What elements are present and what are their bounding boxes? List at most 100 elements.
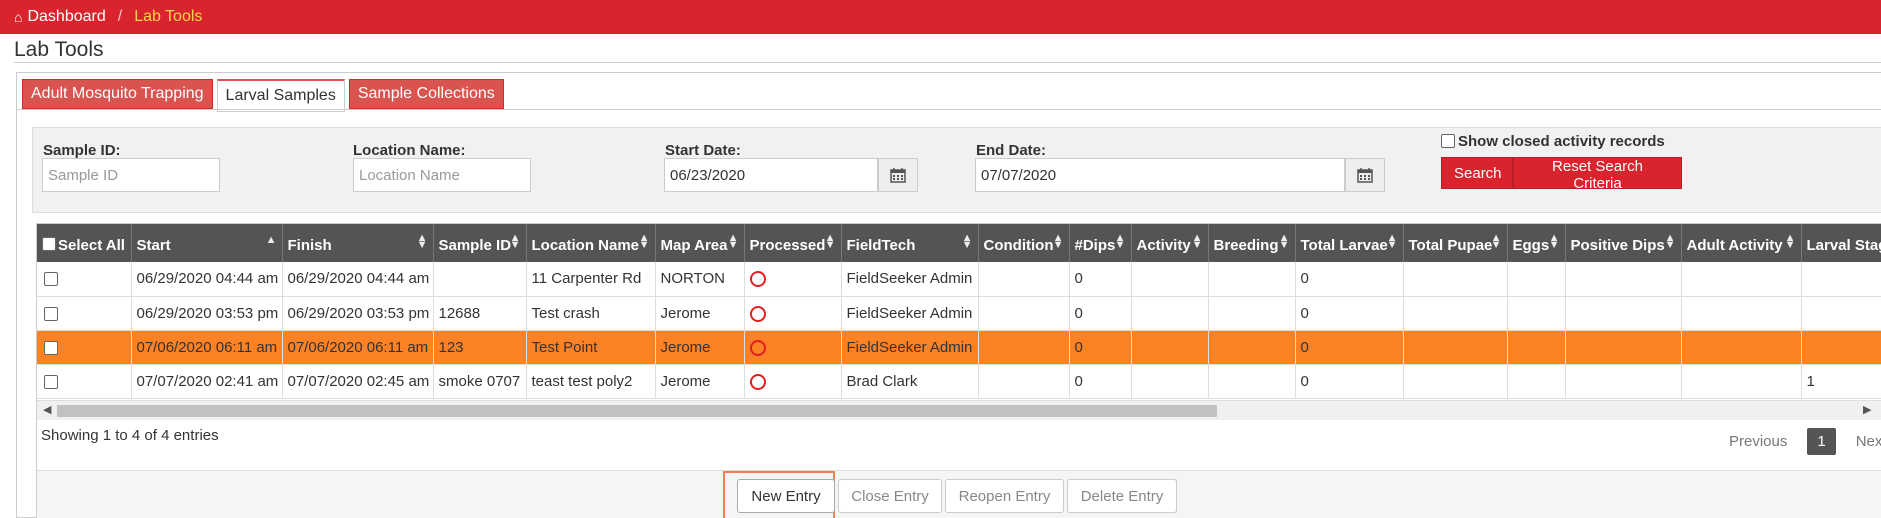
sort-icon: ▲ ▼ bbox=[638, 232, 650, 251]
column-header-label: Breeding bbox=[1213, 236, 1279, 254]
delete-entry-button[interactable]: Delete Entry bbox=[1067, 479, 1177, 513]
tab-adult-mosquito-trapping[interactable]: Adult Mosquito Trapping bbox=[22, 79, 213, 109]
sort-icon: ▲ ▼ bbox=[824, 232, 836, 251]
home-icon[interactable]: ⌂ bbox=[14, 9, 22, 25]
close-entry-button[interactable]: Close Entry bbox=[838, 479, 942, 513]
cell-positive-dips bbox=[1565, 296, 1682, 331]
table-row[interactable]: 06/29/2020 04:44 am 06/29/2020 04:44 am … bbox=[37, 262, 1881, 297]
sort-icon: ▲ ▼ bbox=[1386, 232, 1398, 251]
location-name-input[interactable] bbox=[353, 158, 531, 192]
cell-breeding bbox=[1208, 262, 1296, 297]
column-header-positive-dips[interactable]: Positive Dips ▲ ▼ bbox=[1565, 224, 1682, 262]
reset-search-button[interactable]: Reset Search Criteria bbox=[1513, 157, 1682, 192]
cell-total-larvae: 0 bbox=[1295, 330, 1404, 365]
table-row-selected[interactable]: 07/06/2020 06:11 am 07/06/2020 06:11 am … bbox=[37, 330, 1881, 365]
column-header-larval-stage[interactable]: Larval Stage▲▼ bbox=[1801, 224, 1881, 262]
tab-larval-samples[interactable]: Larval Samples bbox=[216, 79, 345, 112]
column-header-eggs[interactable]: Eggs ▲ ▼ bbox=[1507, 224, 1566, 262]
cell-location-name: 11 Carpenter Rd bbox=[526, 262, 656, 297]
sort-icon: ▲ ▼ bbox=[1191, 232, 1203, 251]
larval-samples-grid: Select All Start ▲ Finish ▲ ▼ Sample ID ▲ ▼ L… bbox=[36, 223, 1881, 518]
cell-total-pupae bbox=[1403, 330, 1508, 365]
cell-eggs bbox=[1507, 296, 1566, 331]
show-closed-label: Show closed activity records bbox=[1458, 133, 1665, 150]
cell-location-name: Test Point bbox=[526, 330, 656, 365]
cell-map-area: NORTON bbox=[655, 262, 745, 297]
search-button[interactable]: Search bbox=[1441, 157, 1513, 189]
select-all-checkbox[interactable] bbox=[42, 236, 56, 251]
cell-total-larvae: 0 bbox=[1295, 364, 1404, 399]
column-header-map-area[interactable]: Map Area ▲ ▼ bbox=[655, 224, 745, 262]
cell-dips: 0 bbox=[1069, 330, 1132, 365]
cell-larval-stage bbox=[1801, 262, 1881, 297]
column-header-label: #Dips bbox=[1074, 236, 1116, 254]
column-header-label: Finish bbox=[287, 236, 332, 254]
horizontal-scrollbar[interactable]: ◀ ▶ bbox=[37, 400, 1881, 420]
cell-activity bbox=[1131, 330, 1209, 365]
show-closed-checkbox[interactable] bbox=[1441, 134, 1455, 148]
row-select-cell bbox=[37, 364, 132, 399]
breadcrumb-dashboard[interactable]: Dashboard bbox=[27, 8, 105, 26]
column-header-dips[interactable]: #Dips ▲ ▼ bbox=[1069, 224, 1132, 262]
row-select-cell bbox=[37, 262, 132, 297]
pagination-previous[interactable]: Previous bbox=[1717, 428, 1799, 455]
column-header-activity[interactable]: Activity ▲ ▼ bbox=[1131, 224, 1209, 262]
column-header-breeding[interactable]: Breeding ▲ ▼ bbox=[1208, 224, 1296, 262]
select-all-header[interactable]: Select All bbox=[37, 224, 132, 262]
column-header-label: Eggs bbox=[1512, 236, 1550, 254]
column-header-adult-activity[interactable]: Adult Activity ▲ ▼ bbox=[1681, 224, 1802, 262]
table-row[interactable]: 06/29/2020 03:53 pm 06/29/2020 03:53 pm … bbox=[37, 296, 1881, 331]
cell-breeding bbox=[1208, 296, 1296, 331]
cell-breeding bbox=[1208, 364, 1296, 399]
cell-location-name: Test crash bbox=[526, 296, 656, 331]
sort-icon: ▲ ▼ bbox=[1052, 232, 1064, 251]
column-header-location-name[interactable]: Location Name ▲ ▼ bbox=[526, 224, 656, 262]
cell-processed bbox=[744, 296, 842, 331]
scroll-right-icon[interactable]: ▶ bbox=[1863, 403, 1871, 416]
scrollbar-thumb[interactable] bbox=[57, 405, 1217, 417]
pagination-next[interactable]: Next bbox=[1844, 428, 1881, 455]
end-date-input[interactable] bbox=[975, 158, 1345, 192]
cell-total-larvae: 0 bbox=[1295, 296, 1404, 331]
cell-adult-activity bbox=[1681, 364, 1802, 399]
tab-sample-collections[interactable]: Sample Collections bbox=[348, 79, 504, 109]
table-row[interactable]: 07/07/2020 02:41 am 07/07/2020 02:45 am … bbox=[37, 364, 1881, 399]
row-select-cell bbox=[37, 296, 132, 331]
column-header-fieldtech[interactable]: FieldTech ▲ ▼ bbox=[841, 224, 979, 262]
column-header-label: Map Area bbox=[660, 236, 728, 254]
cell-larval-stage bbox=[1801, 296, 1881, 331]
row-checkbox[interactable] bbox=[44, 374, 58, 389]
cell-finish: 06/29/2020 03:53 pm bbox=[282, 296, 434, 331]
column-header-total-pupae[interactable]: Total Pupae ▲ ▼ bbox=[1403, 224, 1508, 262]
location-name-label: Location Name: bbox=[353, 142, 466, 159]
column-header-start[interactable]: Start ▲ bbox=[131, 224, 283, 262]
row-checkbox[interactable] bbox=[44, 272, 58, 287]
column-header-processed[interactable]: Processed ▲ ▼ bbox=[744, 224, 842, 262]
column-header-sample-id[interactable]: Sample ID ▲ ▼ bbox=[433, 224, 527, 262]
cell-adult-activity bbox=[1681, 296, 1802, 331]
cell-total-pupae bbox=[1403, 262, 1508, 297]
new-entry-button[interactable]: New Entry bbox=[737, 479, 835, 513]
column-header-condition[interactable]: Condition ▲ ▼ bbox=[978, 224, 1070, 262]
sample-id-input[interactable] bbox=[42, 158, 220, 192]
pagination-page-1[interactable]: 1 bbox=[1807, 428, 1836, 455]
reopen-entry-button[interactable]: Reopen Entry bbox=[945, 479, 1064, 513]
column-header-label: Activity bbox=[1136, 236, 1191, 254]
row-checkbox[interactable] bbox=[44, 340, 58, 355]
cell-larval-stage: 1 bbox=[1801, 364, 1881, 399]
column-header-finish[interactable]: Finish ▲ ▼ bbox=[282, 224, 434, 262]
end-date-calendar-icon[interactable] bbox=[1345, 158, 1385, 192]
scroll-left-icon[interactable]: ◀ bbox=[43, 403, 51, 416]
column-header-label: Location Name bbox=[531, 236, 640, 254]
cell-fieldtech: FieldSeeker Admin bbox=[841, 296, 979, 331]
cell-eggs bbox=[1507, 364, 1566, 399]
column-header-total-larvae[interactable]: Total Larvae ▲ ▼ bbox=[1295, 224, 1404, 262]
cell-positive-dips bbox=[1565, 330, 1682, 365]
start-date-input[interactable] bbox=[664, 158, 878, 192]
row-checkbox[interactable] bbox=[44, 306, 58, 321]
cell-total-pupae bbox=[1403, 364, 1508, 399]
sort-icon: ▲ ▼ bbox=[1548, 232, 1560, 251]
sort-icon: ▲ ▼ bbox=[509, 232, 521, 251]
start-date-calendar-icon[interactable] bbox=[878, 158, 918, 192]
grid-actions: New Entry Close Entry Reopen Entry Delet… bbox=[37, 470, 1881, 518]
